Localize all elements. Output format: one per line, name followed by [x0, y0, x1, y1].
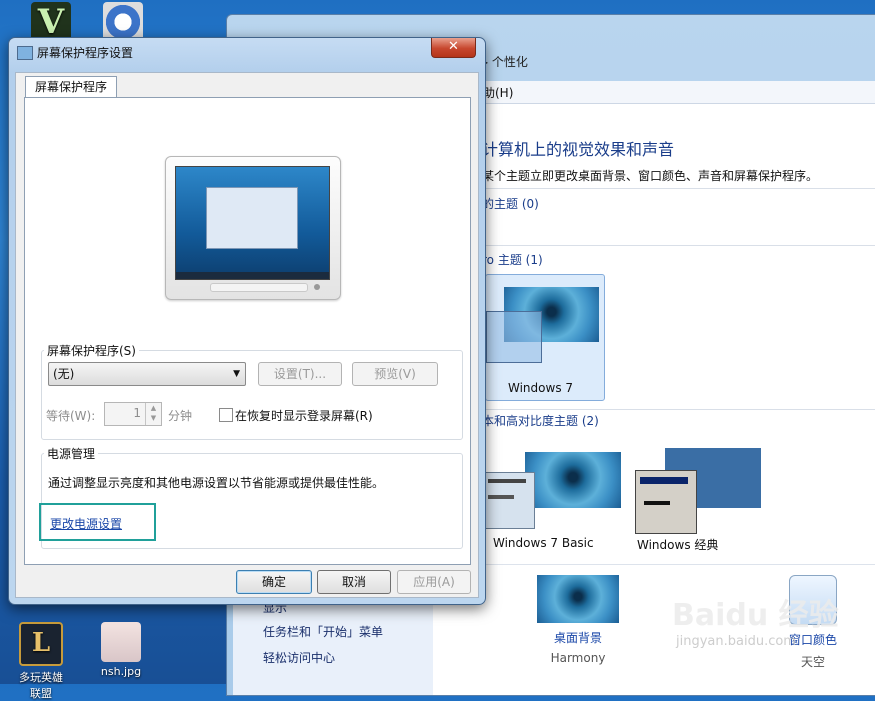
desktop-icon-nsh-jpg[interactable]: nsh.jpg — [94, 622, 148, 678]
screensaver-select[interactable]: (无) ▼ — [48, 362, 246, 386]
aero-themes-title[interactable]: ro 主题 (1) — [482, 251, 543, 268]
power-management-group: 电源管理 通过调整显示亮度和其他电源设置以节省能源或提供最佳性能。 更改电源设置 — [39, 445, 463, 549]
close-button[interactable]: ✕ — [431, 38, 476, 58]
dialog-title: 屏幕保护程序设置 — [37, 46, 134, 60]
image-file-icon — [101, 622, 141, 662]
theme-windows7-basic[interactable]: Windows 7 Basic — [483, 444, 623, 554]
minutes-label: 分钟 — [168, 409, 193, 423]
resume-checkbox[interactable] — [219, 408, 233, 422]
basketball-icon — [103, 2, 143, 42]
tab-page: 屏幕保护程序(S) (无) ▼ 设置(T)... 预览(V) 等待(W): 1 … — [24, 97, 471, 565]
monitor-icon — [17, 46, 33, 60]
theme-label: Windows 7 Basic — [493, 536, 594, 550]
spinner-arrows-icon[interactable]: ▲ ▼ — [145, 403, 161, 425]
my-themes-title[interactable]: 的主题 (0) — [482, 195, 539, 212]
monitor-preview — [165, 156, 341, 300]
apply-button[interactable]: 应用(A) — [397, 570, 471, 594]
desktop-background-value: Harmony — [550, 651, 606, 665]
theme-label: Windows 7 — [508, 381, 574, 395]
wait-stepper[interactable]: 1 ▲ ▼ — [104, 402, 162, 426]
theme-label: Windows 经典 — [637, 538, 719, 552]
tab-screensaver[interactable]: 屏幕保护程序 — [25, 76, 117, 99]
theme-preview — [525, 452, 621, 508]
wait-label: 等待(W): — [46, 409, 96, 423]
desktop-background-icon — [537, 575, 619, 623]
link-ease-of-access[interactable]: 轻松访问中心 — [263, 649, 335, 666]
screensaver-group-label: 屏幕保护程序(S) — [44, 342, 139, 359]
baidu-watermark: Baidu 经验 jingyan.baidu.com — [672, 598, 839, 649]
basic-themes-title[interactable]: 本和高对比度主题 (2) — [482, 412, 599, 429]
preview-button[interactable]: 预览(V) — [352, 362, 438, 386]
ok-button[interactable]: 确定 — [236, 570, 312, 594]
personalization-subheading: 某个主题立即更改桌面背景、窗口颜色、声音和屏幕保护程序。 — [482, 169, 819, 183]
settings-button[interactable]: 设置(T)... — [258, 362, 342, 386]
wait-value: 1 — [133, 406, 141, 420]
desktop-icon-lol[interactable]: L 多玩英雄联盟 — [14, 622, 68, 701]
gta-logo-icon: V — [31, 2, 71, 42]
resume-label: 在恢复时显示登录屏幕(R) — [235, 409, 373, 423]
desktop-background-option[interactable]: 桌面背景 Harmony — [533, 575, 623, 665]
personalization-heading: 计算机上的视觉效果和声音 — [482, 140, 675, 159]
theme-window-preview — [483, 472, 535, 529]
window-color-value: 天空 — [800, 655, 825, 669]
screen-preview — [175, 166, 330, 280]
power-description: 通过调整显示亮度和其他电源设置以节省能源或提供最佳性能。 — [48, 476, 385, 490]
desktop-background-label: 桌面背景 — [553, 631, 602, 645]
theme-window-preview — [635, 470, 697, 534]
screensaver-settings-dialog: 屏幕保护程序设置 ✕ 屏幕保护程序 屏幕保护程序(S) (无) ▼ 设置(T).… — [8, 37, 486, 605]
lol-game-icon: L — [19, 622, 63, 666]
menu-help[interactable]: 助(H) — [483, 84, 513, 101]
theme-window-preview — [486, 311, 542, 363]
cancel-button[interactable]: 取消 — [317, 570, 391, 594]
power-group-label: 电源管理 — [44, 445, 99, 462]
close-icon: ✕ — [448, 39, 459, 54]
dialog-body: 屏幕保护程序 屏幕保护程序(S) (无) ▼ 设置(T)... 预览(V) 等待… — [15, 72, 479, 598]
link-taskbar-start-menu[interactable]: 任务栏和「开始」菜单 — [263, 623, 383, 640]
theme-windows7[interactable]: Windows 7 — [485, 274, 605, 401]
chevron-down-icon: ▼ — [233, 369, 240, 379]
theme-windows-classic[interactable]: Windows 经典 — [635, 444, 765, 554]
breadcrumb[interactable]: ▸ 个性化 — [482, 53, 528, 70]
change-power-settings-link[interactable]: 更改电源设置 — [50, 515, 122, 532]
screensaver-group: 屏幕保护程序(S) (无) ▼ 设置(T)... 预览(V) 等待(W): 1 … — [41, 342, 463, 440]
